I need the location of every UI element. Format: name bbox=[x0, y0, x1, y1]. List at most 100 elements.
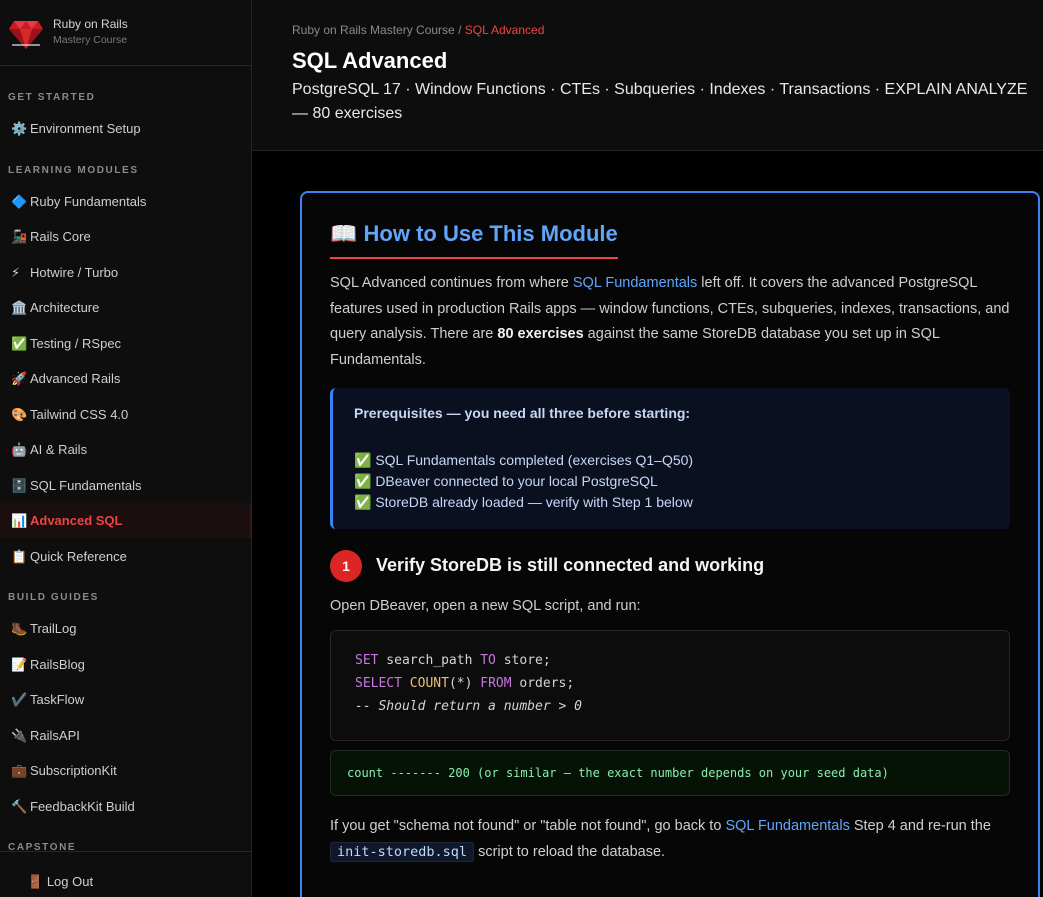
brand-title: Ruby on Rails bbox=[53, 16, 128, 31]
sidebar-item-advanced-sql[interactable]: 📊 Advanced SQL bbox=[0, 503, 251, 538]
memo-icon: 📝 bbox=[11, 656, 28, 672]
sidebar-item-rails-core[interactable]: 🚂 Rails Core bbox=[0, 219, 251, 254]
sql-fundamentals-link[interactable]: SQL Fundamentals bbox=[573, 275, 697, 291]
breadcrumb-parent-link[interactable]: Ruby on Rails Mastery Course bbox=[292, 23, 455, 37]
code-line: SELECT COUNT(*) FROM orders; bbox=[355, 676, 574, 691]
open-book-icon: 📖 bbox=[330, 221, 358, 246]
train-icon: 🚂 bbox=[11, 228, 28, 244]
page-header: Ruby on Rails Mastery Course / SQL Advan… bbox=[252, 0, 1043, 151]
sidebar-item-label: FeedbackKit Build bbox=[30, 799, 135, 814]
sidebar-item-railsapi[interactable]: 🔌 RailsAPI bbox=[0, 718, 251, 753]
step-description: Open DBeaver, open a new SQL script, and… bbox=[330, 598, 641, 614]
troubleshooting-paragraph: If you get "schema not found" or "table … bbox=[330, 813, 1020, 865]
code-keyword: SELECT bbox=[355, 676, 402, 691]
sidebar-item-advanced-rails[interactable]: 🚀 Advanced Rails bbox=[0, 361, 251, 396]
prerequisites-callout: Prerequisites — you need all three befor… bbox=[330, 388, 1010, 529]
sidebar-item-label: TrailLog bbox=[30, 621, 77, 636]
logout-label: Log Out bbox=[46, 874, 94, 889]
building-icon: 🏛️ bbox=[11, 299, 28, 315]
rocket-icon: 🚀 bbox=[11, 370, 28, 386]
sidebar-item-ai-rails[interactable]: 🤖 AI & Rails bbox=[0, 432, 251, 467]
lightning-icon: ⚡ bbox=[11, 264, 21, 280]
logout-button[interactable]: 🚪 Log Out bbox=[27, 874, 93, 890]
sidebar-item-label: Architecture bbox=[30, 300, 100, 315]
sidebar-item-sql-fundamentals[interactable]: 🗄️ SQL Fundamentals bbox=[0, 468, 251, 503]
briefcase-icon: 💼 bbox=[11, 762, 28, 778]
clipboard-icon: 📋 bbox=[11, 548, 28, 564]
code-text: store; bbox=[495, 653, 551, 668]
sidebar-item-label: Testing / RSpec bbox=[30, 336, 122, 351]
sidebar-item-label: Hotwire / Turbo bbox=[30, 265, 119, 280]
sidebar-item-label: SQL Fundamentals bbox=[30, 478, 142, 493]
sql-fundamentals-link[interactable]: SQL Fundamentals bbox=[725, 818, 849, 834]
sidebar-item-testing-rspec[interactable]: ✅ Testing / RSpec bbox=[0, 326, 251, 361]
breadcrumb-current: SQL Advanced bbox=[464, 23, 545, 37]
section-build-guides: BUILD GUIDES bbox=[8, 592, 99, 603]
code-keyword: FROM bbox=[480, 676, 512, 691]
intro-text: SQL Advanced continues from where bbox=[330, 275, 573, 291]
sidebar-item-label: TaskFlow bbox=[30, 692, 85, 707]
palette-icon: 🎨 bbox=[11, 406, 28, 422]
sidebar-item-label: Quick Reference bbox=[30, 549, 127, 564]
prerequisites-heading: Prerequisites — you need all three befor… bbox=[354, 405, 691, 421]
code-text: search_path bbox=[378, 653, 481, 668]
gear-icon: ⚙️ bbox=[11, 120, 28, 136]
sidebar-item-taskflow[interactable]: ✔️ TaskFlow bbox=[0, 682, 251, 717]
boot-icon: 🥾 bbox=[11, 620, 28, 636]
card-title: 📖 How to Use This Module bbox=[330, 221, 618, 259]
code-text: orders; bbox=[511, 676, 575, 691]
footer-text: script to reload the database. bbox=[474, 844, 666, 860]
footer-text: If you get "schema not found" or "table … bbox=[330, 818, 726, 834]
sidebar-item-tailwind[interactable]: 🎨 Tailwind CSS 4.0 bbox=[0, 397, 251, 432]
sidebar-item-quick-reference[interactable]: 📋 Quick Reference bbox=[0, 539, 251, 574]
sql-code-block[interactable]: SET search_path TO store; SELECT COUNT(*… bbox=[330, 630, 1010, 741]
sidebar-item-label: Ruby Fundamentals bbox=[30, 194, 147, 209]
prerequisite-item: ✅ StoreDB already loaded — verify with S… bbox=[354, 494, 693, 510]
check-icon: ✅ bbox=[11, 335, 28, 351]
sidebar-item-label: RailsBlog bbox=[30, 657, 85, 672]
module-guide-card: 📖 How to Use This Module SQL Advanced co… bbox=[300, 191, 1040, 897]
card-title-text: How to Use This Module bbox=[363, 221, 618, 246]
door-icon: 🚪 bbox=[27, 874, 44, 889]
section-get-started: GET STARTED bbox=[8, 92, 96, 103]
sidebar-item-label: Advanced Rails bbox=[30, 371, 121, 386]
cabinet-icon: 🗄️ bbox=[11, 477, 28, 493]
sidebar: Ruby on Rails Mastery Course GET STARTED… bbox=[0, 0, 252, 897]
sidebar-item-architecture[interactable]: 🏛️ Architecture bbox=[0, 290, 251, 325]
prerequisite-item: ✅ DBeaver connected to your local Postgr… bbox=[354, 473, 658, 489]
inline-code-filename: init-storedb.sql bbox=[330, 842, 475, 862]
code-comment: -- Should return a number > 0 bbox=[355, 699, 582, 714]
diamond-icon: 🔷 bbox=[11, 193, 28, 209]
intro-paragraph: SQL Advanced continues from where SQL Fu… bbox=[330, 271, 1020, 373]
sidebar-item-traillog[interactable]: 🥾 TrailLog bbox=[0, 611, 251, 646]
brand[interactable]: Ruby on Rails Mastery Course bbox=[0, 0, 251, 66]
code-text: (*) bbox=[448, 676, 481, 691]
step-number-badge: 1 bbox=[330, 550, 362, 582]
sidebar-item-subscriptionkit[interactable]: 💼 SubscriptionKit bbox=[0, 753, 251, 788]
query-output-block: count ------- 200 (or similar — the exac… bbox=[330, 750, 1010, 796]
sidebar-item-railsblog[interactable]: 📝 RailsBlog bbox=[0, 647, 251, 682]
ruby-logo-icon bbox=[9, 20, 43, 49]
breadcrumb-separator: / bbox=[454, 23, 465, 37]
robot-icon: 🤖 bbox=[11, 441, 28, 457]
sidebar-item-label: Environment Setup bbox=[30, 121, 141, 136]
sidebar-item-label: AI & Rails bbox=[30, 442, 88, 457]
sidebar-item-label: Tailwind CSS 4.0 bbox=[30, 407, 129, 422]
prerequisite-item: ✅ SQL Fundamentals completed (exercises … bbox=[354, 452, 694, 468]
sidebar-item-label: Advanced SQL bbox=[30, 513, 123, 528]
sidebar-item-feedbackkit[interactable]: 🔨 FeedbackKit Build bbox=[0, 789, 251, 824]
sidebar-item-label: RailsAPI bbox=[30, 728, 80, 743]
code-line: SET search_path TO store; bbox=[355, 653, 551, 668]
code-keyword: SET bbox=[355, 653, 379, 668]
sidebar-item-label: SubscriptionKit bbox=[30, 763, 117, 778]
code-keyword: TO bbox=[480, 653, 496, 668]
sidebar-item-environment-setup[interactable]: ⚙️ Environment Setup bbox=[0, 111, 251, 146]
step-title: Verify StoreDB is still connected and wo… bbox=[376, 555, 765, 575]
plug-icon: 🔌 bbox=[11, 727, 28, 743]
sidebar-item-hotwire-turbo[interactable]: ⚡ Hotwire / Turbo bbox=[0, 255, 251, 290]
sidebar-footer: 🚪 Log Out bbox=[0, 851, 251, 897]
bar-chart-icon: 📊 bbox=[11, 512, 28, 528]
code-function: COUNT bbox=[401, 676, 449, 691]
sidebar-item-ruby-fundamentals[interactable]: 🔷 Ruby Fundamentals bbox=[0, 184, 251, 219]
footer-text: Step 4 and re-run the bbox=[849, 818, 991, 834]
